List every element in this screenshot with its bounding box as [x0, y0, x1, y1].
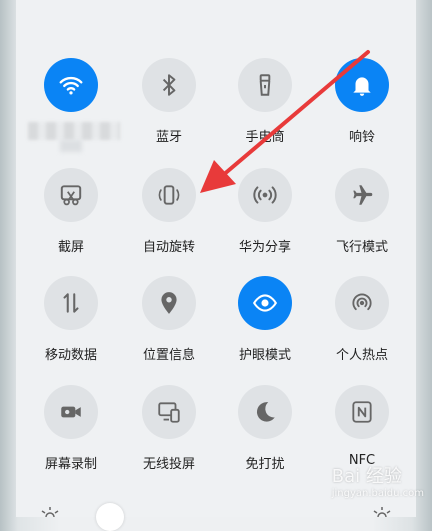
screen-record-toggle-button[interactable] — [44, 385, 98, 439]
ringer-toggle[interactable]: 响铃 — [312, 58, 412, 158]
watermark-text: Bai 经验 — [331, 466, 402, 487]
auto-rotate-toggle-label: 自动旋转 — [142, 240, 195, 255]
wireless-projection-toggle[interactable]: 无线投屏 — [119, 385, 219, 485]
video-camera-icon — [58, 399, 84, 425]
huawei-share-toggle[interactable]: 华为分享 — [215, 168, 315, 268]
bluetooth-toggle-label: 蓝牙 — [155, 130, 182, 145]
scissors-icon — [58, 182, 84, 208]
eye-icon — [252, 290, 278, 316]
screen-record-toggle-label: 屏幕录制 — [44, 457, 97, 472]
nfc-toggle-button[interactable] — [335, 385, 389, 439]
auto-rotate-toggle[interactable]: 自动旋转 — [119, 168, 219, 268]
airplane-mode-toggle[interactable]: 飞行模式 — [312, 168, 412, 268]
location-pin-icon — [156, 290, 182, 316]
data-arrows-icon — [58, 290, 84, 316]
flashlight-toggle-label: 手电筒 — [245, 130, 285, 145]
do-not-disturb-toggle-label: 免打扰 — [245, 457, 285, 472]
location-toggle[interactable]: 位置信息 — [119, 276, 219, 376]
eye-comfort-toggle-button[interactable] — [238, 276, 292, 330]
brightness-low-icon — [41, 507, 59, 517]
hotspot-toggle[interactable]: 个人热点 — [312, 276, 412, 376]
brightness-slider-knob[interactable] — [96, 503, 124, 531]
do-not-disturb-toggle[interactable]: 免打扰 — [215, 385, 315, 485]
mobile-data-toggle[interactable]: 移动数据 — [21, 276, 121, 376]
airplane-icon — [349, 182, 375, 208]
location-toggle-label: 位置信息 — [142, 348, 195, 363]
hotspot-toggle-label: 个人热点 — [335, 348, 388, 363]
hotspot-icon — [349, 290, 375, 316]
flashlight-icon — [252, 72, 278, 98]
wlan-toggle-button[interactable] — [44, 58, 98, 112]
bell-icon — [349, 72, 375, 98]
auto-rotate-toggle-button[interactable] — [142, 168, 196, 222]
mobile-data-toggle-label: 移动数据 — [44, 348, 97, 363]
eye-comfort-toggle[interactable]: 护眼模式 — [215, 276, 315, 376]
airplane-mode-toggle-button[interactable] — [335, 168, 389, 222]
quick-settings-grid: 蓝牙 手电筒 响铃截屏 自动旋转 华为分享 飞行模式移动数据 位置信息 护眼模式 个人热点屏幕录… — [0, 0, 432, 517]
screen-record-toggle[interactable]: 屏幕录制 — [21, 385, 121, 485]
bluetooth-toggle-button[interactable] — [142, 58, 196, 112]
ringer-toggle-label: 响铃 — [348, 130, 375, 145]
huawei-share-toggle-label: 华为分享 — [238, 240, 291, 255]
screenshot-toggle-button[interactable] — [44, 168, 98, 222]
hotspot-toggle-button[interactable] — [335, 276, 389, 330]
bluetooth-toggle[interactable]: 蓝牙 — [119, 58, 219, 158]
airplane-mode-toggle-label: 飞行模式 — [335, 240, 388, 255]
screenshot-toggle[interactable]: 截屏 — [21, 168, 121, 268]
nfc-icon — [349, 399, 375, 425]
moon-icon — [252, 399, 278, 425]
bluetooth-icon — [156, 72, 182, 98]
brightness-high-icon — [373, 507, 391, 517]
mobile-data-toggle-button[interactable] — [44, 276, 98, 330]
screenshot-toggle-label: 截屏 — [57, 240, 84, 255]
wifi-icon — [58, 72, 84, 98]
ringer-toggle-button[interactable] — [335, 58, 389, 112]
broadcast-icon — [252, 182, 278, 208]
eye-comfort-toggle-label: 护眼模式 — [238, 348, 291, 363]
watermark: Bai 经验 jingyan.baidu.com — [332, 462, 424, 499]
flashlight-toggle[interactable]: 手电筒 — [215, 58, 315, 158]
flashlight-toggle-button[interactable] — [238, 58, 292, 112]
watermark-url: jingyan.baidu.com — [331, 488, 424, 499]
location-toggle-button[interactable] — [142, 276, 196, 330]
wireless-projection-toggle-button[interactable] — [142, 385, 196, 439]
wlan-toggle[interactable] — [21, 58, 121, 158]
wireless-projection-toggle-label: 无线投屏 — [142, 457, 195, 472]
rotate-icon — [156, 182, 182, 208]
do-not-disturb-toggle-button[interactable] — [238, 385, 292, 439]
cast-screen-icon — [156, 399, 182, 425]
huawei-share-toggle-button[interactable] — [238, 168, 292, 222]
